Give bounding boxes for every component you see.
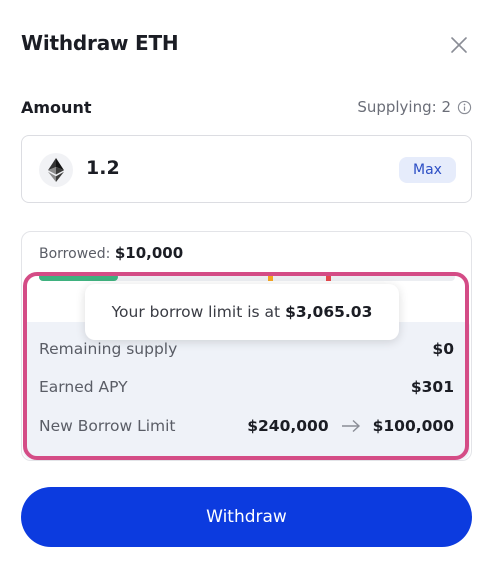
arrow-right-icon [341, 419, 360, 433]
danger-threshold-marker [326, 273, 331, 281]
remaining-supply-value: $0 [432, 340, 454, 358]
borrowed-label: Borrowed: [39, 246, 111, 262]
info-icon[interactable] [457, 100, 472, 115]
supplying-balance: Supplying: 2 [357, 98, 472, 116]
borrowed-summary: Borrowed: $10,000 [39, 244, 183, 262]
tooltip-text: Your borrow limit is at [111, 303, 281, 321]
borrow-limit-bar [39, 273, 455, 281]
earned-apy-value: $301 [410, 378, 454, 396]
modal-title: Withdraw ETH [21, 31, 179, 55]
supplying-text: Supplying: 2 [357, 98, 451, 116]
warning-threshold-marker [268, 273, 273, 281]
ethereum-icon [39, 153, 73, 187]
amount-input[interactable] [86, 157, 286, 179]
borrow-info-card: Borrowed: $10,000 Remaining supply $0 Ea… [21, 231, 472, 461]
amount-label: Amount [21, 98, 92, 117]
close-icon[interactable] [449, 35, 469, 55]
borrowed-value: $10,000 [114, 244, 184, 262]
borrow-limit-from: $240,000 [247, 417, 329, 435]
new-borrow-limit-row: New Borrow Limit $240,000 $100,000 [39, 417, 454, 435]
tooltip-value: $3,065.03 [285, 303, 373, 321]
earned-apy-row: Earned APY $301 [39, 378, 454, 396]
max-button[interactable]: Max [399, 157, 456, 183]
withdraw-details: Remaining supply $0 Earned APY $301 New … [23, 322, 470, 460]
earned-apy-label: Earned APY [39, 378, 128, 396]
borrow-limit-to: $100,000 [372, 417, 454, 435]
borrow-limit-bar-fill [39, 273, 119, 281]
withdraw-button[interactable]: Withdraw [21, 487, 472, 547]
remaining-supply-label: Remaining supply [39, 340, 178, 358]
borrow-limit-tooltip: Your borrow limit is at $3,065.03 [85, 284, 399, 340]
new-borrow-limit-label: New Borrow Limit [39, 417, 176, 435]
amount-input-box[interactable]: Max [21, 135, 472, 203]
remaining-supply-row: Remaining supply $0 [39, 340, 454, 358]
borrow-limit-change: $240,000 $100,000 [247, 417, 454, 435]
